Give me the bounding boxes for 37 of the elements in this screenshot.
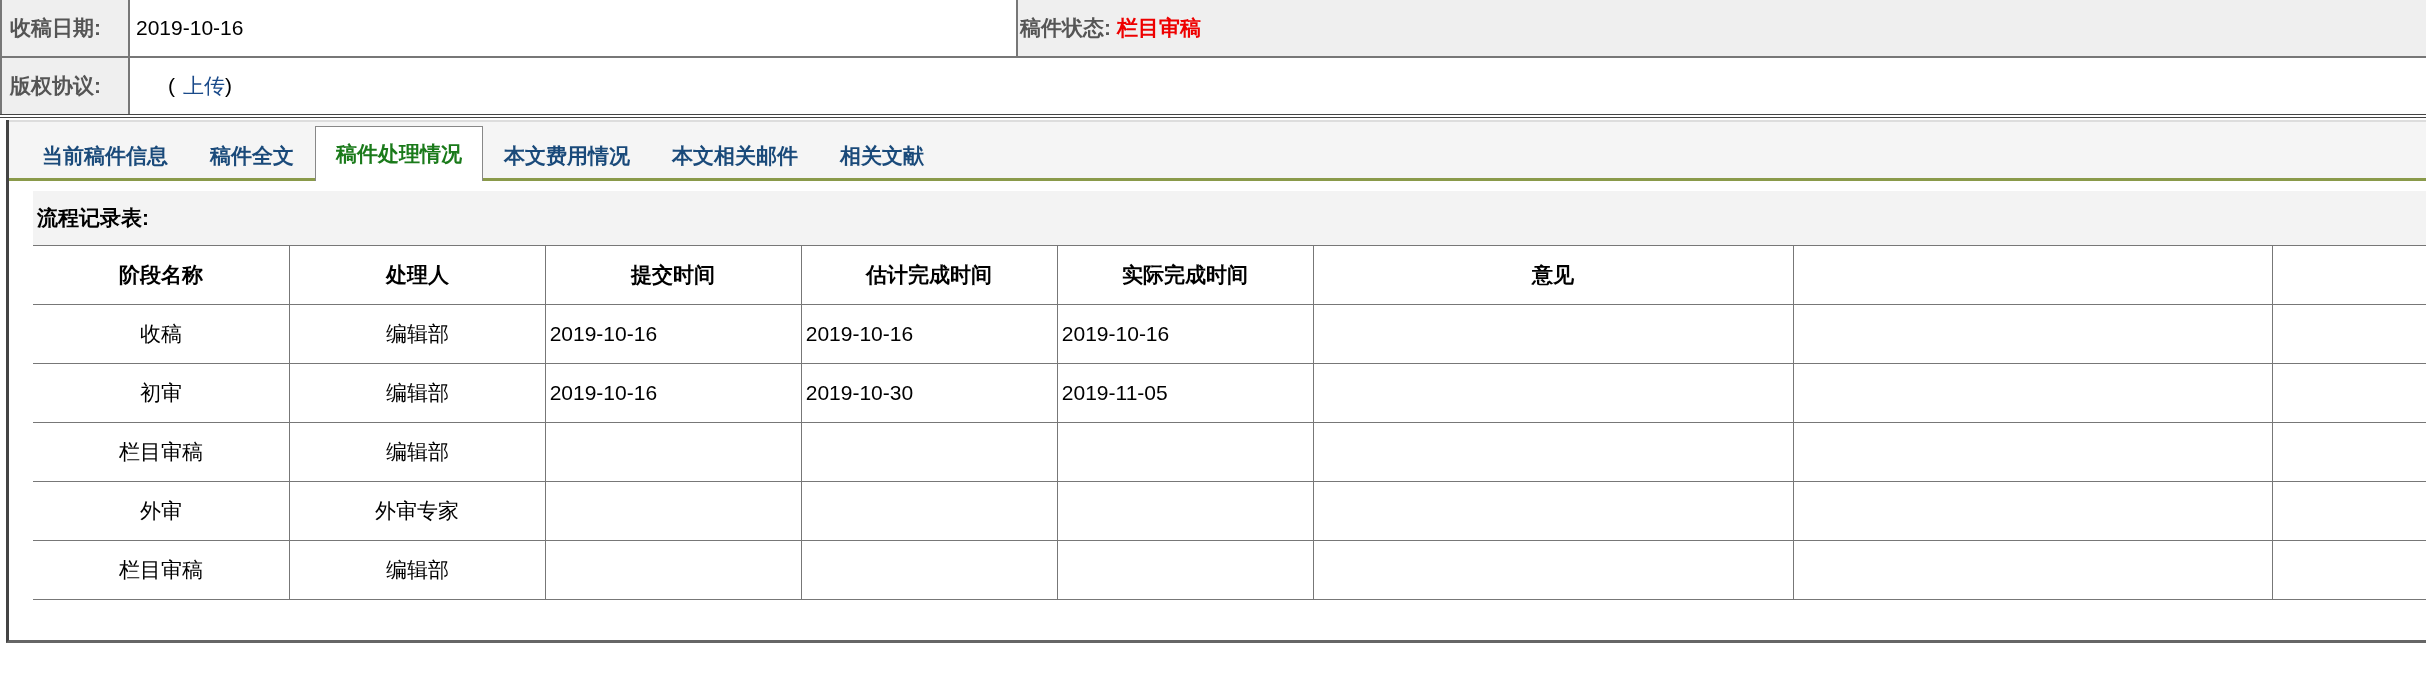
table-cell: 2019-10-16 xyxy=(805,322,914,345)
table-cell: 初审 xyxy=(139,381,182,404)
table-cell: 收稿 xyxy=(139,322,182,345)
table-cell: 外审 xyxy=(139,499,182,522)
tab[interactable]: 本文费用情况 xyxy=(483,129,651,181)
column-header: 提交时间 xyxy=(631,263,716,286)
table-cell: 编辑部 xyxy=(385,558,449,581)
table-cell: 栏目审稿 xyxy=(118,558,203,581)
upload-link[interactable]: 上传 xyxy=(183,72,225,100)
column-header: 意见 xyxy=(1532,263,1575,286)
field-value: 2019-10-16 xyxy=(136,16,244,40)
status-value: 栏目审稿 xyxy=(1117,15,1201,41)
tab[interactable]: 本文相关邮件 xyxy=(651,129,819,181)
field-label: 版权协议: xyxy=(0,58,130,114)
tab[interactable]: 稿件全文 xyxy=(189,129,315,181)
table-cell: 2019-10-16 xyxy=(549,381,658,404)
table-cell: 编辑部 xyxy=(385,440,449,463)
paren-text: ( xyxy=(168,74,175,98)
table-cell: 2019-11-05 xyxy=(1061,381,1168,404)
field-label: 稿件状态: xyxy=(1020,15,1111,41)
panel-title: 流程记录表: xyxy=(37,205,149,231)
paren-text: ) xyxy=(225,74,232,98)
table-cell: 2019-10-30 xyxy=(805,381,914,404)
column-header: 处理人 xyxy=(385,263,449,286)
tab[interactable]: 稿件处理情况 xyxy=(315,126,483,181)
column-header: 估计完成时间 xyxy=(866,263,993,286)
table-cell: 外审专家 xyxy=(375,499,460,522)
table-cell: 2019-10-16 xyxy=(549,322,658,345)
table-cell: 编辑部 xyxy=(385,322,449,345)
column-header: 阶段名称 xyxy=(118,263,203,286)
table-cell: 栏目审稿 xyxy=(118,440,203,463)
column-header: 实际完成时间 xyxy=(1122,263,1249,286)
tab[interactable]: 当前稿件信息 xyxy=(21,129,189,181)
field-label: 收稿日期: xyxy=(0,0,130,56)
table-cell: 2019-10-16 xyxy=(1061,322,1170,345)
tab[interactable]: 相关文献 xyxy=(819,129,945,181)
table-cell: 编辑部 xyxy=(385,381,449,404)
